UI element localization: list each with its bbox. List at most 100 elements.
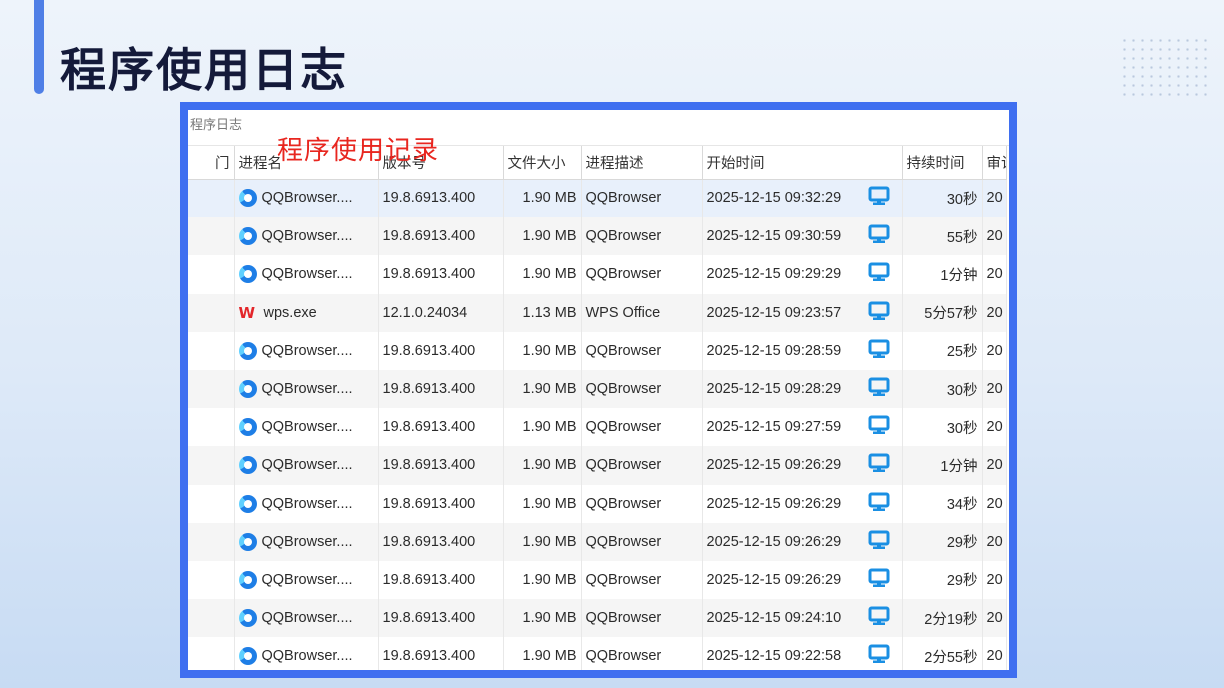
column-header-file-size[interactable]: 文件大小 xyxy=(503,146,582,180)
audit-cell: 20 xyxy=(982,522,1007,561)
monitor-icon[interactable] xyxy=(868,606,890,630)
qqbrowser-icon xyxy=(238,532,257,551)
description-cell: QQBrowser xyxy=(581,484,703,523)
monitor-icon[interactable] xyxy=(868,186,890,210)
column-header-duration[interactable]: 持续时间 xyxy=(902,146,983,180)
table-row[interactable]: QQBrowser.... 19.8.6913.400 1.90 MB QQBrows… xyxy=(188,484,1007,523)
version-cell: 12.1.0.24034 xyxy=(378,293,504,332)
duration-cell: 29秒 xyxy=(902,560,983,600)
column-header-department[interactable]: 门 xyxy=(188,146,235,180)
table-row[interactable]: QQBrowser.... 19.8.6913.400 1.90 MB QQBrows… xyxy=(188,599,1007,638)
wps-icon: W xyxy=(238,303,256,322)
process-name-cell: QQBrowser.... xyxy=(234,369,379,409)
version-cell: 19.8.6913.400 xyxy=(378,637,504,670)
start-time-cell: 2025-12-15 09:28:29 xyxy=(702,369,903,409)
qqbrowser-icon xyxy=(238,494,257,513)
qqbrowser-icon xyxy=(238,647,257,666)
audit-cell: 20 xyxy=(982,331,1007,370)
monitor-icon[interactable] xyxy=(868,644,890,668)
monitor-icon[interactable] xyxy=(868,262,890,286)
file-size-cell: 1.13 MB xyxy=(503,293,582,332)
table-row[interactable]: QQBrowser.... 19.8.6913.400 1.90 MB QQBrows… xyxy=(188,369,1007,409)
process-name-cell: QQBrowser.... xyxy=(234,599,379,638)
column-header-start-time[interactable]: 开始时间 xyxy=(702,146,903,180)
process-name-cell: QQBrowser.... xyxy=(234,560,379,600)
qqbrowser-icon xyxy=(238,265,257,284)
department-cell xyxy=(188,369,235,409)
duration-cell: 29秒 xyxy=(902,522,983,561)
audit-cell: 20 xyxy=(982,179,1007,218)
version-cell: 19.8.6913.400 xyxy=(378,408,504,447)
description-cell: QQBrowser xyxy=(581,331,703,370)
monitor-icon[interactable] xyxy=(868,492,890,516)
start-time-cell: 2025-12-15 09:27:59 xyxy=(702,408,903,447)
description-cell: WPS Office xyxy=(581,293,703,332)
start-time-cell: 2025-12-15 09:26:29 xyxy=(702,560,903,600)
table-body: QQBrowser.... 19.8.6913.400 1.90 MB QQBrows… xyxy=(188,179,1007,670)
description-cell: QQBrowser xyxy=(581,217,703,256)
table-row[interactable]: QQBrowser.... 19.8.6913.400 1.90 MB QQBrows… xyxy=(188,522,1007,561)
version-cell: 19.8.6913.400 xyxy=(378,484,504,523)
monitor-icon[interactable] xyxy=(868,530,890,554)
monitor-icon[interactable] xyxy=(868,415,890,439)
audit-cell: 20 xyxy=(982,446,1007,485)
process-name: QQBrowser.... xyxy=(261,342,353,359)
department-cell xyxy=(188,560,235,600)
process-name: QQBrowser.... xyxy=(261,266,353,283)
table-row[interactable]: QQBrowser.... 19.8.6913.400 1.90 MB QQBrows… xyxy=(188,446,1007,485)
process-name-cell: QQBrowser.... xyxy=(234,217,379,256)
start-time: 2025-12-15 09:28:59 xyxy=(706,342,842,359)
table-row[interactable]: QQBrowser.... 19.8.6913.400 1.90 MB QQBrows… xyxy=(188,255,1007,294)
duration-cell: 30秒 xyxy=(902,369,983,409)
start-time: 2025-12-15 09:28:29 xyxy=(706,381,842,398)
duration-cell: 2分55秒 xyxy=(902,637,983,670)
department-cell xyxy=(188,637,235,670)
audit-cell: 20 xyxy=(982,599,1007,638)
start-time-cell: 2025-12-15 09:28:59 xyxy=(702,331,903,370)
audit-cell: 20 xyxy=(982,369,1007,409)
version-cell: 19.8.6913.400 xyxy=(378,217,504,256)
program-log-table: 门 进程名 版本号 文件大小 进程描述 开始时间 持续时间 审计 QQBrows… xyxy=(188,146,1007,670)
table-row[interactable]: QQBrowser.... 19.8.6913.400 1.90 MB QQBrows… xyxy=(188,408,1007,447)
monitor-icon[interactable] xyxy=(868,224,890,248)
process-name-cell: QQBrowser.... xyxy=(234,484,379,523)
duration-cell: 25秒 xyxy=(902,331,983,370)
audit-cell: 20 xyxy=(982,217,1007,256)
file-size-cell: 1.90 MB xyxy=(503,637,582,670)
monitor-icon[interactable] xyxy=(868,453,890,477)
file-size-cell: 1.90 MB xyxy=(503,522,582,561)
start-time: 2025-12-15 09:22:58 xyxy=(706,648,842,665)
process-name-cell: QQBrowser.... xyxy=(234,637,379,670)
process-name-cell: QQBrowser.... xyxy=(234,522,379,561)
file-size-cell: 1.90 MB xyxy=(503,446,582,485)
start-time: 2025-12-15 09:23:57 xyxy=(706,304,842,321)
table-row[interactable]: QQBrowser.... 19.8.6913.400 1.90 MB QQBrows… xyxy=(188,560,1007,600)
duration-cell: 1分钟 xyxy=(902,255,983,294)
start-time: 2025-12-15 09:30:59 xyxy=(706,228,842,245)
process-name: QQBrowser.... xyxy=(261,495,353,512)
table-row[interactable]: QQBrowser.... 19.8.6913.400 1.90 MB QQBrows… xyxy=(188,179,1007,218)
table-row[interactable]: QQBrowser.... 19.8.6913.400 1.90 MB QQBrows… xyxy=(188,217,1007,256)
table-row[interactable]: QQBrowser.... 19.8.6913.400 1.90 MB QQBrows… xyxy=(188,331,1007,370)
monitor-icon[interactable] xyxy=(868,301,890,325)
start-time-cell: 2025-12-15 09:24:10 xyxy=(702,599,903,638)
duration-cell: 30秒 xyxy=(902,408,983,447)
column-header-audit[interactable]: 审计 xyxy=(982,146,1007,180)
monitor-icon[interactable] xyxy=(868,377,890,401)
department-cell xyxy=(188,179,235,218)
start-time-cell: 2025-12-15 09:32:29 xyxy=(702,179,903,218)
table-row[interactable]: QQBrowser.... 19.8.6913.400 1.90 MB QQBrows… xyxy=(188,637,1007,670)
file-size-cell: 1.90 MB xyxy=(503,331,582,370)
process-name-cell: QQBrowser.... xyxy=(234,408,379,447)
monitor-icon[interactable] xyxy=(868,568,890,592)
start-time: 2025-12-15 09:26:29 xyxy=(706,495,842,512)
process-name: QQBrowser.... xyxy=(261,228,353,245)
screenshot-frame: 程序日志 程序使用记录 门 进程名 版本号 文件大小 进程描述 开始时间 持续时… xyxy=(180,102,1017,678)
slide-title: 程序使用日志 xyxy=(60,43,348,97)
duration-cell: 34秒 xyxy=(902,484,983,523)
audit-cell: 20 xyxy=(982,637,1007,670)
start-time-cell: 2025-12-15 09:26:29 xyxy=(702,446,903,485)
table-row[interactable]: Wwps.exe 12.1.0.24034 1.13 MB WPS Office 202… xyxy=(188,293,1007,332)
column-header-description[interactable]: 进程描述 xyxy=(581,146,703,180)
monitor-icon[interactable] xyxy=(868,339,890,363)
